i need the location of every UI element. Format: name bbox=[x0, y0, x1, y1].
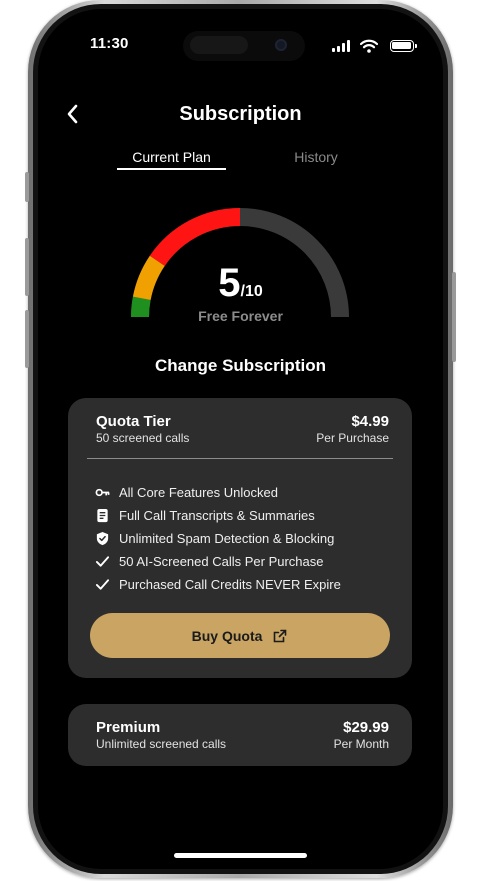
score-value: 5 bbox=[218, 261, 241, 305]
dynamic-island-pill bbox=[190, 36, 248, 54]
current-plan-name: Free Forever bbox=[198, 308, 283, 324]
plan-card-premium[interactable]: Premium Unlimited screened calls $29.99 … bbox=[68, 704, 412, 766]
feature-item: 50 AI-Screened Calls Per Purchase bbox=[95, 550, 341, 573]
external-link-icon bbox=[274, 629, 287, 642]
plan-period: Per Month bbox=[333, 737, 389, 751]
feature-item: Purchased Call Credits NEVER Expire bbox=[95, 573, 341, 596]
feature-text: 50 AI-Screened Calls Per Purchase bbox=[119, 554, 324, 569]
tab-label: Current Plan bbox=[132, 149, 211, 165]
tab-current-plan[interactable]: Current Plan bbox=[117, 149, 226, 170]
score-display: 5/10 bbox=[38, 261, 443, 306]
tab-active-indicator bbox=[117, 168, 226, 170]
side-button-action bbox=[25, 172, 29, 202]
plan-price: $4.99 bbox=[351, 413, 389, 430]
page-title: Subscription bbox=[179, 103, 302, 125]
status-time: 11:30 bbox=[90, 35, 129, 52]
buy-quota-button[interactable]: Buy Quota bbox=[90, 613, 390, 658]
feature-text: Purchased Call Credits NEVER Expire bbox=[119, 577, 341, 592]
wifi-icon bbox=[360, 39, 379, 53]
plan-subtitle: 50 screened calls bbox=[96, 431, 190, 445]
section-title: Change Subscription bbox=[155, 356, 326, 375]
feature-item: Full Call Transcripts & Summaries bbox=[95, 504, 341, 527]
key-icon bbox=[95, 488, 110, 497]
checkmark-icon bbox=[95, 556, 110, 567]
plan-subtitle: Unlimited screened calls bbox=[96, 737, 227, 751]
card-divider bbox=[87, 458, 393, 459]
plan-name: Quota Tier bbox=[96, 413, 171, 430]
feature-item: All Core Features Unlocked bbox=[95, 481, 341, 504]
side-button-volume-down bbox=[25, 310, 29, 368]
feature-text: All Core Features Unlocked bbox=[119, 485, 278, 500]
shield-icon bbox=[96, 531, 109, 546]
side-button-volume-up bbox=[25, 238, 29, 296]
feature-list: All Core Features Unlocked Full Call Tra… bbox=[95, 481, 341, 596]
plan-price: $29.99 bbox=[343, 719, 389, 736]
feature-text: Unlimited Spam Detection & Blocking bbox=[119, 531, 335, 546]
plan-name: Premium bbox=[96, 719, 161, 736]
status-icons bbox=[332, 37, 417, 53]
tab-label: History bbox=[294, 149, 338, 165]
side-button-power bbox=[452, 272, 456, 362]
gauge-segment-red bbox=[149, 208, 241, 267]
battery-icon bbox=[389, 39, 417, 52]
feature-text: Full Call Transcripts & Summaries bbox=[119, 508, 315, 523]
front-camera bbox=[275, 39, 287, 51]
score-max: /10 bbox=[240, 283, 263, 300]
document-icon bbox=[97, 508, 108, 523]
tab-history[interactable]: History bbox=[266, 149, 366, 165]
checkmark-icon bbox=[95, 579, 110, 590]
cellular-signal-icon bbox=[332, 39, 350, 52]
plan-card-quota[interactable]: Quota Tier 50 screened calls $4.99 Per P… bbox=[68, 398, 412, 678]
phone-screen: 11:30 Subscription Current Plan History … bbox=[38, 9, 443, 869]
home-indicator[interactable] bbox=[174, 853, 307, 858]
plan-period: Per Purchase bbox=[316, 431, 389, 445]
feature-item: Unlimited Spam Detection & Blocking bbox=[95, 527, 341, 550]
buy-quota-label: Buy Quota bbox=[191, 627, 263, 644]
